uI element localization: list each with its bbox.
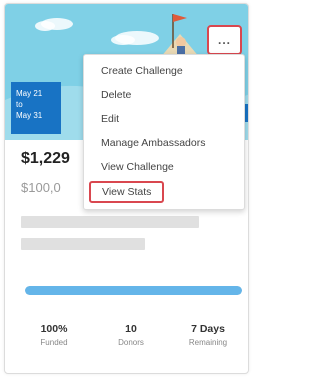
menu-item-edit[interactable]: Edit bbox=[84, 109, 244, 133]
menu-item-manage-ambassadors[interactable]: Manage Ambassadors bbox=[84, 133, 244, 157]
stat-value: 100% bbox=[40, 323, 68, 335]
amount-goal: $100,0 bbox=[21, 180, 61, 195]
challenge-card: May 21 to May 31 ... Create Challenge De… bbox=[4, 3, 249, 374]
amount-raised: $1,229 bbox=[21, 150, 70, 167]
stat-donors: 10 Donors bbox=[103, 322, 159, 350]
funding-progress-fill bbox=[25, 286, 242, 295]
stat-value: 7 Days bbox=[191, 323, 225, 335]
stat-remaining: 7 Days Remaining bbox=[173, 322, 243, 350]
placeholder-text-line bbox=[21, 216, 199, 228]
date-start: May 21 bbox=[16, 89, 43, 98]
stat-value: 10 bbox=[125, 323, 137, 335]
menu-item-view-stats[interactable]: View Stats bbox=[89, 181, 164, 203]
menu-item-create-challenge[interactable]: Create Challenge bbox=[84, 61, 244, 85]
more-options-button[interactable]: ... bbox=[207, 25, 242, 55]
stat-label: Funded bbox=[40, 338, 68, 347]
stat-funded: 100% Funded bbox=[23, 322, 85, 350]
menu-item-delete[interactable]: Delete bbox=[84, 85, 244, 109]
stat-label: Donors bbox=[118, 338, 144, 347]
funding-progress-bar bbox=[25, 286, 242, 295]
date-separator: to bbox=[16, 100, 23, 109]
stat-label: Remaining bbox=[188, 338, 228, 347]
actions-dropdown-menu: Create Challenge Delete Edit Manage Amba… bbox=[83, 54, 245, 210]
placeholder-text-line bbox=[21, 238, 145, 250]
date-range-badge: May 21 to May 31 bbox=[11, 82, 61, 134]
more-options-icon: ... bbox=[217, 33, 231, 47]
menu-item-view-challenge[interactable]: View Challenge bbox=[84, 157, 244, 181]
date-end: May 31 bbox=[16, 111, 43, 120]
